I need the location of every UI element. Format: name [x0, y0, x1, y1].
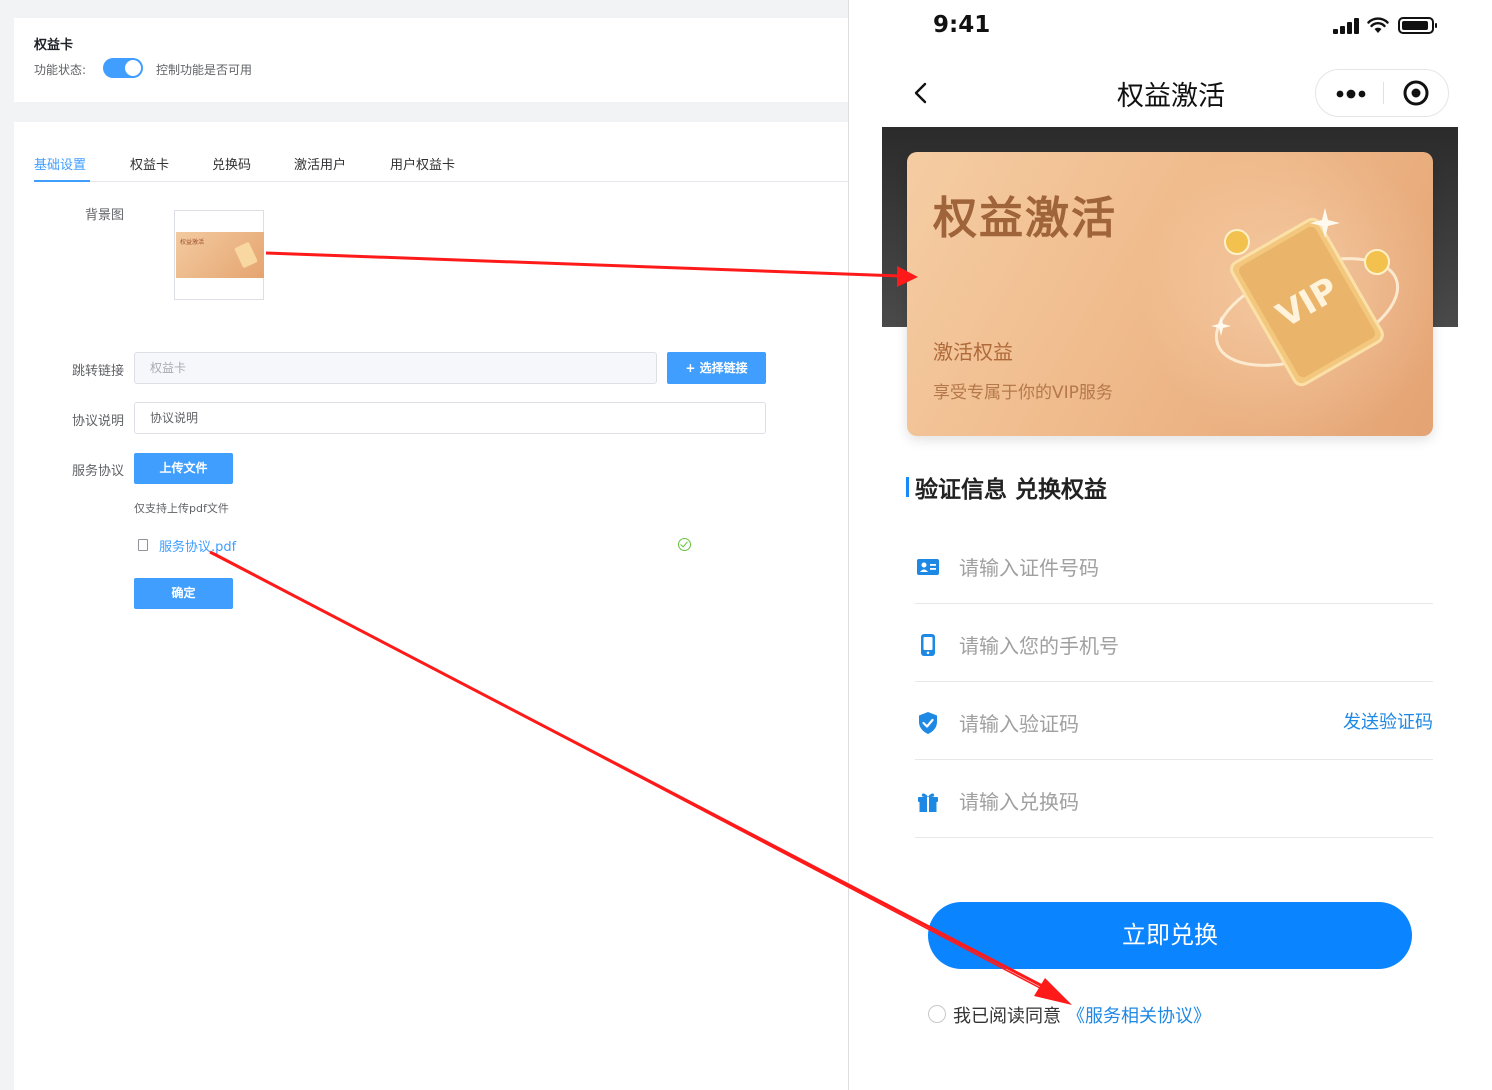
uploaded-file-item: 服务协议.pdf: [138, 536, 694, 556]
service-agreement-label: 服务协议: [71, 464, 124, 479]
tab-label: 兑换码: [212, 158, 252, 173]
banner-description: 享受专属于你的VIP服务: [933, 383, 1113, 403]
verify-code-field[interactable]: 请输入验证码 发送验证码: [915, 682, 1433, 760]
tab-label: 激活用户: [294, 158, 347, 173]
phone-number-field[interactable]: 请输入您的手机号: [915, 604, 1433, 682]
toggle-knob: [125, 60, 141, 76]
bg-image-thumbnail[interactable]: 权益激活: [174, 210, 264, 300]
thumb-title: 权益激活: [180, 239, 205, 246]
redeem-now-button[interactable]: 立即兑换: [928, 902, 1412, 969]
id-number-field[interactable]: 请输入证件号码: [915, 526, 1433, 604]
bg-image-label: 背景图: [84, 208, 124, 223]
tab-label: 基础设置: [34, 158, 87, 173]
send-code-button[interactable]: 发送验证码: [1343, 708, 1433, 734]
tab-bar: 基础设置 权益卡 兑换码 激活用户 用户权益卡: [34, 146, 848, 182]
jump-link-label: 跳转链接: [71, 364, 124, 379]
shield-check-icon: [919, 712, 937, 734]
upload-file-button[interactable]: 上传文件: [134, 453, 233, 484]
mobile-preview: 9:41 权益激活 VIP 权益激活 激活权益 享受专属于你的VIP服务 验证信…: [848, 0, 1492, 1090]
signal-icon: [1333, 18, 1361, 34]
redeem-code-field[interactable]: 请输入兑换码: [915, 760, 1433, 838]
vip-card-icon: VIP: [1211, 208, 1400, 387]
status-hint: 控制功能是否可用: [156, 63, 253, 77]
upload-tip: 仅支持上传pdf文件: [134, 502, 229, 515]
agree-text: 我已阅读同意: [953, 1006, 1061, 1027]
banner-title: 权益激活: [933, 193, 1117, 244]
agreement-desc-input[interactable]: 协议说明: [134, 402, 766, 434]
status-toggle[interactable]: [103, 58, 143, 78]
choose-link-button[interactable]: + 选择链接: [667, 352, 766, 384]
battery-icon: [1398, 17, 1437, 34]
service-agreement-link[interactable]: 《服务相关协议》: [1067, 1002, 1211, 1028]
gift-icon: [918, 793, 938, 812]
tab-user-rights-card[interactable]: 用户权益卡: [390, 154, 455, 173]
verify-code-placeholder: 请输入验证码: [959, 712, 1079, 736]
bg-image-preview: 权益激活: [176, 232, 264, 278]
admin-panel: 权益卡 功能状态: 控制功能是否可用 基础设置 权益卡 兑换码 激活用户 用户权…: [0, 0, 848, 1090]
id-number-placeholder: 请输入证件号码: [959, 556, 1099, 580]
status-bar-time: 9:41: [933, 12, 991, 38]
vip-card-icon: [234, 241, 258, 269]
jump-link-input[interactable]: 权益卡: [134, 352, 657, 384]
phone-number-placeholder: 请输入您的手机号: [959, 634, 1119, 658]
mobile-phone-icon: [921, 634, 935, 656]
document-icon: [138, 539, 148, 551]
settings-card: 基础设置 权益卡 兑换码 激活用户 用户权益卡 背景图 权益激活 跳转链接 权益…: [14, 122, 848, 1090]
agree-radio[interactable]: [928, 1005, 946, 1023]
tab-activated-users[interactable]: 激活用户: [294, 154, 346, 173]
tab-basic-settings[interactable]: 基础设置: [34, 154, 86, 173]
redeem-code-placeholder: 请输入兑换码: [959, 790, 1079, 814]
section-accent-bar: [906, 477, 909, 497]
uploaded-file-name[interactable]: 服务协议.pdf: [159, 536, 236, 555]
success-check-icon: [678, 538, 691, 551]
agreement-desc-label: 协议说明: [71, 414, 124, 429]
more-dots-icon[interactable]: [1316, 70, 1383, 116]
tab-rights-card[interactable]: 权益卡: [130, 154, 169, 173]
feature-status-card: 权益卡 功能状态: 控制功能是否可用: [14, 18, 848, 102]
close-target-icon[interactable]: [1384, 70, 1450, 116]
id-card-icon: [917, 559, 939, 575]
section-title: 验证信息 兑换权益: [915, 477, 1108, 503]
tab-label: 用户权益卡: [390, 158, 456, 173]
tab-label: 权益卡: [130, 158, 170, 173]
rights-banner: VIP 权益激活 激活权益 享受专属于你的VIP服务: [907, 152, 1433, 436]
confirm-button[interactable]: 确定: [134, 578, 233, 609]
tab-active-indicator: [34, 180, 90, 182]
card-title: 权益卡: [34, 38, 74, 53]
banner-subtitle: 激活权益: [933, 340, 1013, 364]
tab-redeem-code[interactable]: 兑换码: [212, 154, 251, 173]
status-label: 功能状态:: [34, 63, 87, 77]
wifi-icon: [1367, 17, 1389, 33]
miniprogram-capsule: [1315, 69, 1449, 117]
